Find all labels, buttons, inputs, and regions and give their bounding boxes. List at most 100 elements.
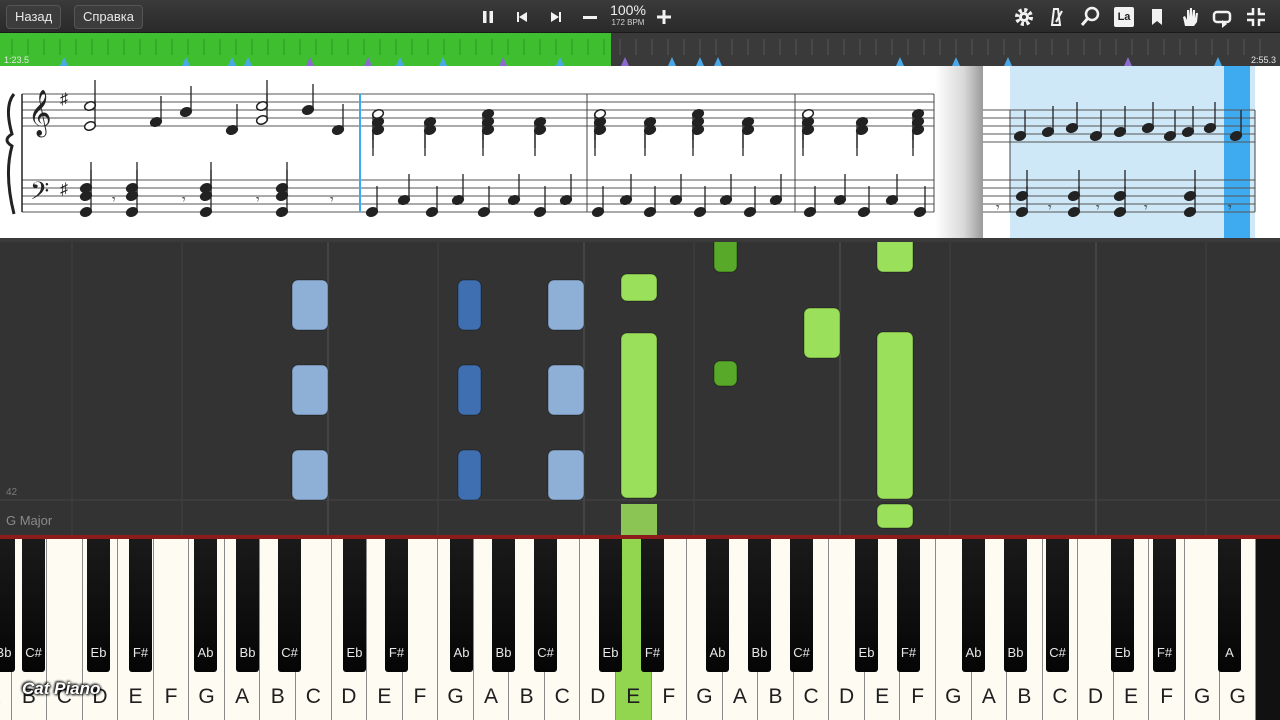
black-key-label: Eb bbox=[858, 645, 875, 660]
black-key[interactable]: Eb bbox=[599, 539, 622, 672]
black-key[interactable]: Bb bbox=[0, 539, 15, 672]
grand-staff-brace bbox=[5, 93, 16, 215]
black-key-label: C# bbox=[537, 645, 554, 660]
white-key[interactable]: C bbox=[296, 539, 332, 720]
rest: 𝄾 bbox=[1048, 200, 1052, 216]
white-key-label: C bbox=[305, 685, 321, 708]
timeline-scrubber[interactable]: 1:23.5 2:55.3 bbox=[0, 33, 1280, 66]
black-key-label: Eb bbox=[602, 645, 619, 660]
white-key-label: B bbox=[519, 685, 534, 708]
white-key-label: A bbox=[484, 685, 499, 708]
white-key[interactable]: F bbox=[153, 539, 190, 720]
white-key-label: A bbox=[235, 685, 250, 708]
black-key[interactable]: F# bbox=[897, 539, 920, 672]
black-key[interactable]: Eb bbox=[855, 539, 878, 672]
skip-forward-icon[interactable] bbox=[543, 4, 569, 30]
black-key[interactable]: Bb bbox=[748, 539, 771, 672]
tempo-plus-icon[interactable] bbox=[651, 4, 677, 30]
skip-back-icon[interactable] bbox=[509, 4, 535, 30]
tempo-display: 100% 172 BPM bbox=[606, 3, 650, 28]
toolbar: Назад Справка 100% 172 BPM La bbox=[0, 0, 1280, 33]
black-key[interactable]: Ab bbox=[706, 539, 729, 672]
black-key-label: A bbox=[1225, 645, 1234, 660]
black-key[interactable]: Bb bbox=[1004, 539, 1027, 672]
timeline-marker bbox=[556, 57, 564, 66]
timeline-marker bbox=[714, 57, 722, 66]
falling-note bbox=[620, 273, 658, 302]
rest: 𝄾 bbox=[182, 192, 186, 208]
timeline-markers bbox=[11, 39, 1261, 66]
white-key-label: E bbox=[377, 685, 392, 708]
black-key[interactable]: F# bbox=[641, 539, 664, 672]
gear-icon[interactable] bbox=[1011, 4, 1037, 30]
black-key-label: F# bbox=[1156, 645, 1173, 660]
white-key-label: C bbox=[803, 685, 819, 708]
loop-icon[interactable] bbox=[1209, 4, 1235, 30]
black-key[interactable]: C# bbox=[278, 539, 301, 672]
metronome-icon[interactable] bbox=[1043, 4, 1069, 30]
black-key-label: Eb bbox=[90, 645, 107, 660]
white-key-label: G bbox=[198, 685, 215, 708]
pause-icon[interactable] bbox=[475, 4, 501, 30]
timeline-marker bbox=[364, 57, 372, 66]
falling-note bbox=[547, 449, 585, 501]
white-key-label: B bbox=[768, 685, 783, 708]
black-key-label: Eb bbox=[346, 645, 363, 660]
black-key[interactable]: C# bbox=[534, 539, 557, 672]
black-key[interactable]: A bbox=[1218, 539, 1241, 672]
falling-note bbox=[457, 279, 482, 331]
black-key[interactable]: C# bbox=[790, 539, 813, 672]
tempo-minus-icon[interactable] bbox=[577, 4, 603, 30]
white-key-label: F bbox=[662, 685, 676, 708]
black-key[interactable]: Eb bbox=[1111, 539, 1134, 672]
white-key-label: F bbox=[911, 685, 925, 708]
minimize-icon[interactable] bbox=[1243, 4, 1269, 30]
black-key[interactable]: F# bbox=[129, 539, 152, 672]
white-key-label: E bbox=[128, 685, 143, 708]
black-key[interactable]: F# bbox=[1153, 539, 1176, 672]
black-key[interactable]: C# bbox=[22, 539, 45, 672]
rest: 𝄾 bbox=[1228, 200, 1232, 216]
black-key[interactable]: Eb bbox=[343, 539, 366, 672]
hand-icon[interactable] bbox=[1177, 4, 1203, 30]
black-key[interactable]: Ab bbox=[194, 539, 217, 672]
black-key[interactable]: Bb bbox=[236, 539, 259, 672]
white-key-label: E bbox=[875, 685, 890, 708]
rest: 𝄾 bbox=[1096, 200, 1100, 216]
help-button[interactable]: Справка bbox=[74, 5, 143, 29]
white-key[interactable]: D bbox=[1078, 539, 1114, 720]
language-badge[interactable]: La bbox=[1114, 7, 1134, 27]
falling-note bbox=[457, 364, 482, 416]
white-key-label: D bbox=[839, 685, 855, 708]
timeline-end-time: 2:55.3 bbox=[1250, 55, 1276, 65]
black-key-label: Ab bbox=[709, 645, 726, 660]
bookmark-icon[interactable] bbox=[1144, 4, 1170, 30]
black-key[interactable]: Bb bbox=[492, 539, 515, 672]
black-key[interactable]: Eb bbox=[87, 539, 110, 672]
tempo-bpm: 172 BPM bbox=[611, 18, 645, 27]
timeline-marker bbox=[182, 57, 190, 66]
search-icon[interactable] bbox=[1077, 4, 1103, 30]
piano-keyboard[interactable]: ABCDEFGABCDEFGABCDEFGABCDEFGABCDEFGGBbC#… bbox=[0, 539, 1280, 720]
black-key[interactable]: C# bbox=[1046, 539, 1069, 672]
black-key-label: C# bbox=[1049, 645, 1066, 660]
rest: 𝄾 bbox=[1144, 200, 1148, 216]
black-key[interactable]: Ab bbox=[450, 539, 473, 672]
black-key-label: C# bbox=[281, 645, 298, 660]
black-key[interactable]: F# bbox=[385, 539, 408, 672]
falling-note bbox=[291, 364, 329, 416]
falling-note bbox=[876, 331, 914, 500]
timeline-marker bbox=[1004, 57, 1012, 66]
black-key[interactable]: Ab bbox=[962, 539, 985, 672]
back-button[interactable]: Назад bbox=[6, 5, 62, 29]
timeline-marker bbox=[499, 57, 507, 66]
timeline-marker bbox=[896, 57, 904, 66]
white-key-label: A bbox=[0, 685, 11, 709]
black-key-label: Bb bbox=[495, 645, 512, 660]
falling-note bbox=[803, 307, 841, 359]
timeline-marker bbox=[228, 57, 236, 66]
timeline-marker bbox=[396, 57, 404, 66]
white-key[interactable]: G bbox=[1184, 539, 1221, 720]
black-key-label: F# bbox=[900, 645, 917, 660]
rest: 𝄾 bbox=[256, 192, 260, 208]
